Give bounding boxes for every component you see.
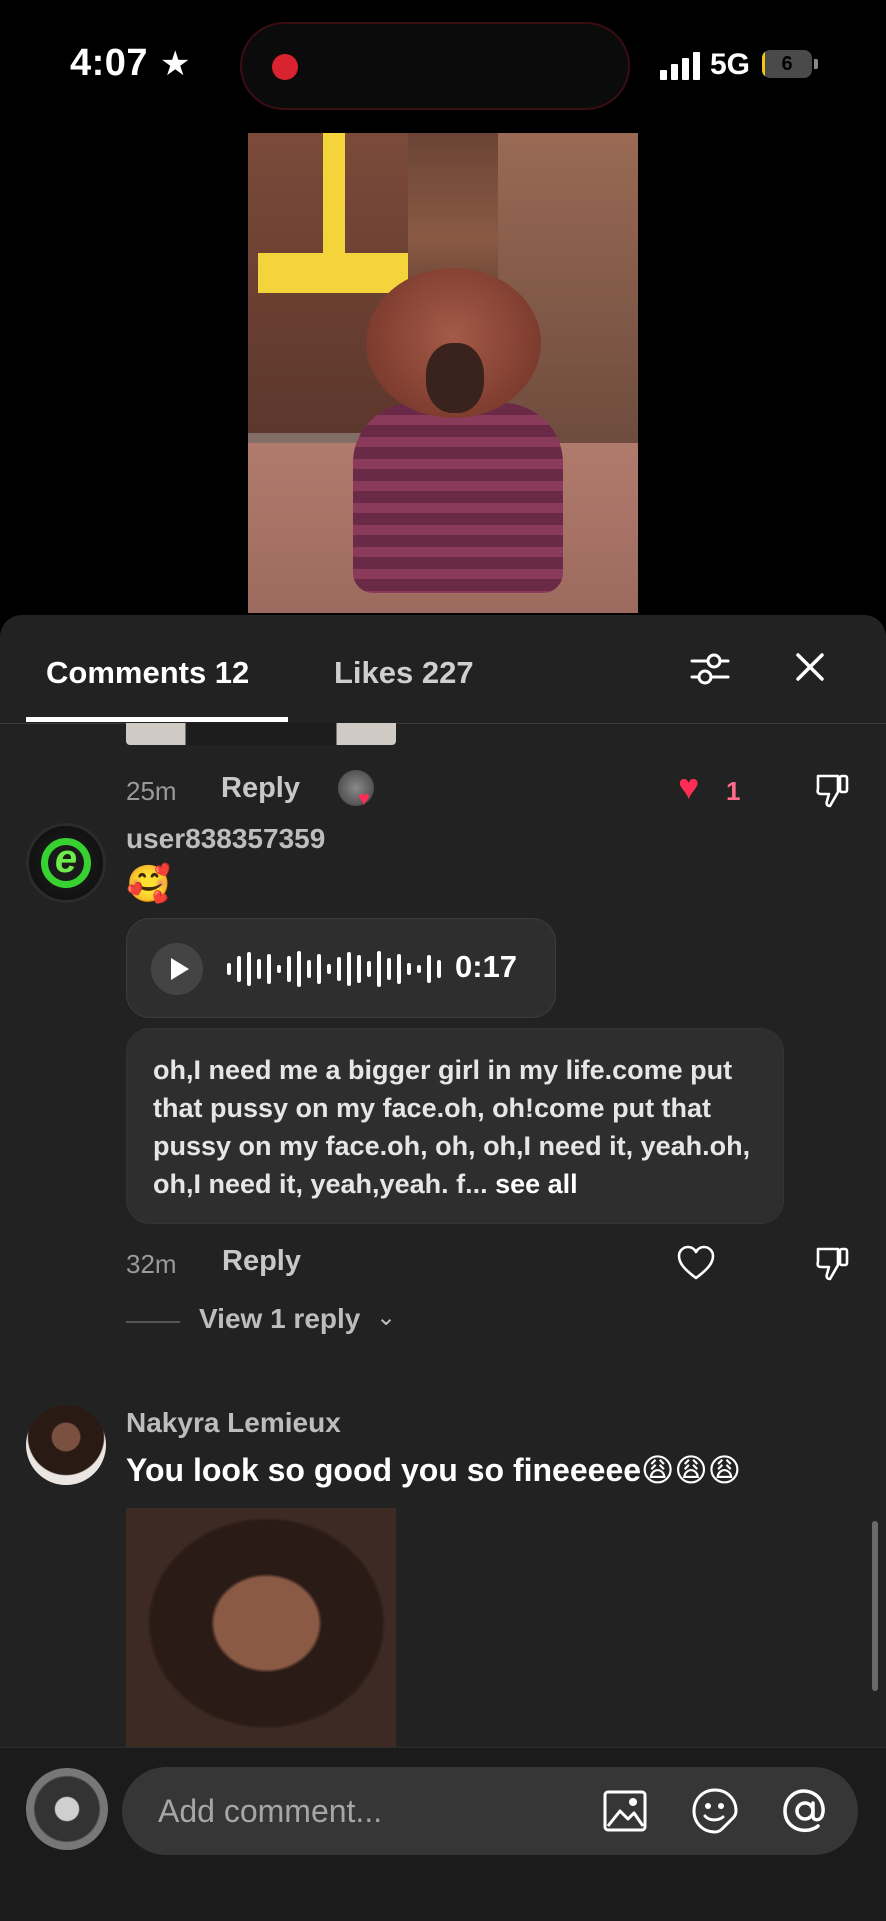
transcript-body: oh,I need me a bigger girl in my life.co… xyxy=(153,1055,751,1199)
see-all-link[interactable]: see all xyxy=(495,1169,578,1199)
panel-tabs: Comments 12 Likes 227 xyxy=(0,615,886,724)
dynamic-island xyxy=(240,22,630,110)
tab-likes[interactable]: Likes 227 xyxy=(334,655,474,691)
active-tab-indicator xyxy=(26,717,288,722)
video-store-sign xyxy=(258,253,408,293)
filter-icon[interactable] xyxy=(688,647,732,691)
video-preview[interactable] xyxy=(248,133,638,613)
my-avatar xyxy=(26,1768,108,1850)
scrollbar[interactable] xyxy=(872,1521,878,1691)
waveform-bar xyxy=(337,957,341,981)
view-replies-divider xyxy=(126,1321,180,1323)
waveform-bar xyxy=(327,964,331,974)
waveform-bar xyxy=(247,952,251,986)
waveform-bar xyxy=(287,956,291,982)
avatar[interactable] xyxy=(26,1405,106,1485)
status-bar: 4:07 ★ 5G 6 xyxy=(0,0,886,120)
network-type: 5G xyxy=(710,48,751,81)
dislike-icon[interactable] xyxy=(812,1243,852,1283)
audio-duration: 0:17 xyxy=(455,949,518,984)
like-count: 1 xyxy=(726,776,741,806)
battery-icon: 6 xyxy=(762,50,812,78)
waveform xyxy=(227,951,467,987)
video-person-face xyxy=(426,343,484,413)
reply-button[interactable]: Reply xyxy=(222,1245,301,1278)
transcript-bubble[interactable]: oh,I need me a bigger girl in my life.co… xyxy=(126,1028,784,1224)
previous-comment-image[interactable] xyxy=(126,723,396,745)
signal-icon xyxy=(660,52,702,80)
status-time: 4:07 xyxy=(70,42,149,84)
waveform-bar xyxy=(317,954,321,984)
comment-list[interactable]: 25m Reply ♥ ♥ 1 e user838357359 🥰 0:17 o… xyxy=(0,723,886,1363)
comment-composer xyxy=(0,1747,886,1921)
view-replies-label: View 1 reply xyxy=(199,1303,361,1334)
tab-comments[interactable]: Comments 12 xyxy=(46,655,249,691)
star-icon: ★ xyxy=(160,45,191,83)
waveform-bar xyxy=(267,954,271,984)
reply-button[interactable]: Reply xyxy=(221,772,300,805)
waveform-bar xyxy=(257,959,261,979)
battery-level: 6 xyxy=(781,53,793,75)
comment-username[interactable]: Nakyra Lemieux xyxy=(126,1407,341,1439)
waveform-bar xyxy=(307,960,311,978)
chevron-down-icon: ⌄ xyxy=(376,1304,397,1331)
battery-tip xyxy=(814,59,818,69)
video-person-jacket xyxy=(353,403,563,593)
close-icon[interactable] xyxy=(790,647,830,687)
waveform-bar xyxy=(367,961,371,977)
waveform-bar xyxy=(227,963,231,975)
waveform-bar xyxy=(357,955,361,983)
transcript-text: oh,I need me a bigger girl in my life.co… xyxy=(153,1051,757,1203)
play-button[interactable] xyxy=(151,943,203,995)
comment-username[interactable]: user838357359 xyxy=(126,823,325,855)
recording-dot-icon xyxy=(272,54,298,80)
heart-outline-icon[interactable] xyxy=(676,1243,716,1283)
waveform-bar xyxy=(277,965,281,973)
heart-filled-icon[interactable]: ♥ xyxy=(678,766,699,808)
image-icon[interactable] xyxy=(600,1786,650,1836)
comment-emoji: 🥰 xyxy=(126,863,171,904)
comment-time: 32m xyxy=(126,1249,177,1279)
waveform-bar xyxy=(297,951,301,987)
mention-icon[interactable] xyxy=(780,1786,830,1836)
waveform-bar xyxy=(237,956,241,982)
waveform-bar xyxy=(437,960,441,978)
waveform-bar xyxy=(407,963,411,975)
previous-comment-actions: 25m Reply ♥ ♥ 1 xyxy=(126,766,856,810)
comments-panel: Comments 12 Likes 227 25m Reply ♥ ♥ 1 e … xyxy=(0,615,886,1920)
waveform-bar xyxy=(347,952,351,986)
creator-heart-icon: ♥ xyxy=(358,788,370,810)
video-vertical-sign xyxy=(323,133,345,253)
comment-photo[interactable] xyxy=(126,1508,396,1748)
waveform-bar xyxy=(417,965,421,973)
waveform-bar xyxy=(387,958,391,980)
waveform-bar xyxy=(377,951,381,987)
comment-input[interactable] xyxy=(122,1767,858,1855)
dislike-icon[interactable] xyxy=(812,770,852,810)
avatar-letter-icon: e xyxy=(54,837,78,881)
comment-actions: 32m Reply xyxy=(126,1243,856,1283)
waveform-bar xyxy=(427,955,431,983)
emoji-sticker-icon[interactable] xyxy=(690,1786,740,1836)
waveform-bar xyxy=(397,954,401,984)
avatar[interactable]: e xyxy=(26,823,106,903)
voice-comment: 0:17 xyxy=(126,918,556,1018)
comment-time: 25m xyxy=(126,776,177,806)
comment-text: You look so good you so fineeeee😩😩😩 xyxy=(126,1452,742,1488)
